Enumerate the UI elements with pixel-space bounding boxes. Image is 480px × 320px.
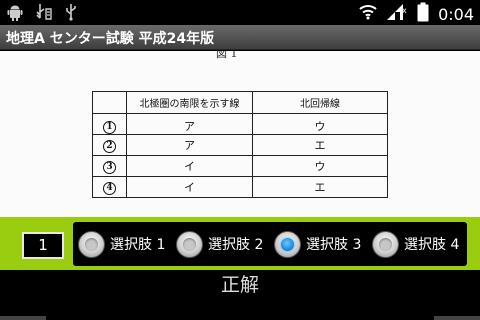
table-cell: ウ [252,113,388,135]
table-cell: イ [126,155,253,177]
android-icon [6,3,24,25]
table-row: 4 イ エ [92,176,388,198]
radio-checked-icon[interactable] [274,230,301,258]
table-header: 北回帰線 [252,91,388,114]
choice-radio-group: 選択肢 1 選択肢 2 選択肢 3 選択肢 4 [73,222,467,266]
svg-text:x: x [402,6,407,15]
option-number: 1 [103,120,116,134]
table-cell: ウ [252,155,388,177]
system-icons: x 0:04 [359,2,474,26]
table-cell: エ [252,134,388,156]
usb-icon [64,3,78,25]
question-image: 図 1 北極圏の南限を示す線 北回帰線 1 ア ウ 2 ア エ 3 イ ウ 4 … [0,51,480,217]
figure-label: 図 1 [216,51,238,60]
choice-label: 選択肢 2 [208,237,264,253]
battery-icon [417,2,429,26]
choice-1-radio[interactable]: 選択肢 1 [73,222,171,266]
question-number-field[interactable]: 1 [22,232,64,259]
show-answer-button[interactable]: 正解 [0,270,480,306]
bottom-area: 正解 [0,270,480,320]
table-cell: エ [252,176,388,198]
divider [0,316,46,320]
radio-unchecked-icon[interactable] [372,230,399,258]
table-header: 北極圏の南限を示す線 [126,91,253,114]
answer-options-table: 北極圏の南限を示す線 北回帰線 1 ア ウ 2 ア エ 3 イ ウ 4 イ エ [92,91,388,198]
table-header [92,91,127,114]
table-cell: ア [126,113,253,135]
answer-panel: 1 選択肢 1 選択肢 2 選択肢 3 選択肢 4 [0,217,480,270]
option-number: 2 [103,139,116,153]
choice-label: 選択肢 4 [404,237,460,253]
usb-debug-icon [34,3,54,25]
radio-unchecked-icon[interactable] [78,230,105,258]
app-title: 地理A センター試験 平成24年版 [6,31,215,47]
choice-4-radio[interactable]: 選択肢 4 [367,222,465,266]
table-cell-number: 2 [92,134,127,156]
table-cell: イ [126,176,253,198]
notification-icons [6,3,78,25]
option-number: 4 [103,181,116,195]
choice-label: 選択肢 1 [110,237,166,253]
radio-unchecked-icon[interactable] [176,230,203,258]
divider [434,316,480,320]
table-row: 3 イ ウ [92,155,388,177]
signal-icon: x [386,3,408,25]
table-cell: ア [126,134,253,156]
table-cell-number: 1 [92,113,127,135]
table-row: 1 ア ウ [92,113,388,135]
table-cell-number: 3 [92,155,127,177]
choice-2-radio[interactable]: 選択肢 2 [171,222,269,266]
option-number: 3 [103,160,116,174]
wifi-icon [359,4,377,24]
choice-3-radio[interactable]: 選択肢 3 [269,222,367,266]
table-header-row: 北極圏の南限を示す線 北回帰線 [92,91,388,114]
clock: 0:04 [438,4,474,24]
title-bar: 地理A センター試験 平成24年版 [0,25,480,50]
table-row: 2 ア エ [92,134,388,156]
status-bar: x 0:04 [0,0,480,25]
choice-label: 選択肢 3 [306,237,362,253]
table-cell-number: 4 [92,176,127,198]
